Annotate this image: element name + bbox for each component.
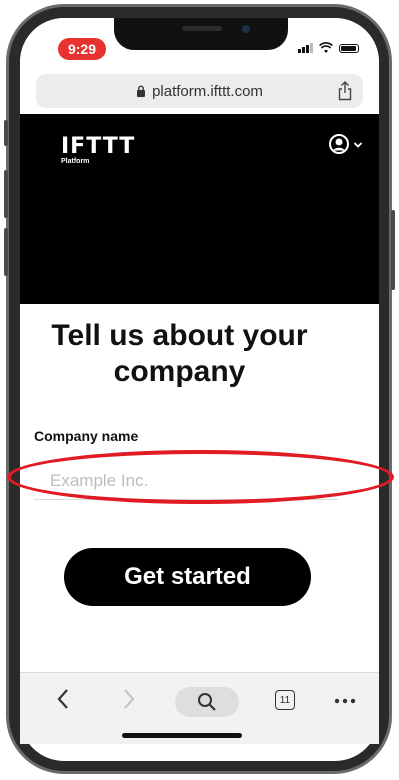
get-started-button[interactable]: Get started xyxy=(64,548,311,606)
status-icons xyxy=(298,40,359,56)
account-icon xyxy=(329,134,349,154)
power-button xyxy=(391,210,395,290)
status-time[interactable]: 9:29 xyxy=(58,38,106,60)
wifi-icon xyxy=(319,42,333,53)
speaker xyxy=(182,26,222,31)
volume-up-button xyxy=(4,170,8,218)
home-indicator[interactable] xyxy=(122,733,242,738)
url-text: platform.ifttt.com xyxy=(152,82,263,100)
title-line-1: Tell us about your xyxy=(51,319,308,352)
account-menu[interactable] xyxy=(329,134,363,156)
logo-sub: Platform xyxy=(61,158,90,165)
share-icon[interactable] xyxy=(337,81,353,101)
notch xyxy=(114,18,288,50)
status-bar: 9:29 xyxy=(20,18,379,62)
address-bar[interactable]: platform.ifttt.com xyxy=(36,74,363,108)
volume-down-button xyxy=(4,228,8,276)
silent-switch xyxy=(4,120,8,146)
signal-icon xyxy=(298,43,313,53)
camera xyxy=(242,25,250,33)
chevron-down-icon xyxy=(353,142,363,148)
battery-icon xyxy=(339,43,359,53)
page-title: Tell us about your company xyxy=(0,318,359,390)
lock-icon xyxy=(137,85,146,97)
company-name-input[interactable] xyxy=(34,462,338,500)
title-line-2: company xyxy=(113,355,246,388)
header-banner: IFTTT Platform xyxy=(20,114,379,304)
company-name-label: Company name xyxy=(34,428,139,444)
logo-word: IFTTT xyxy=(61,134,136,159)
ifttt-logo[interactable]: IFTTT Platform xyxy=(61,134,135,165)
